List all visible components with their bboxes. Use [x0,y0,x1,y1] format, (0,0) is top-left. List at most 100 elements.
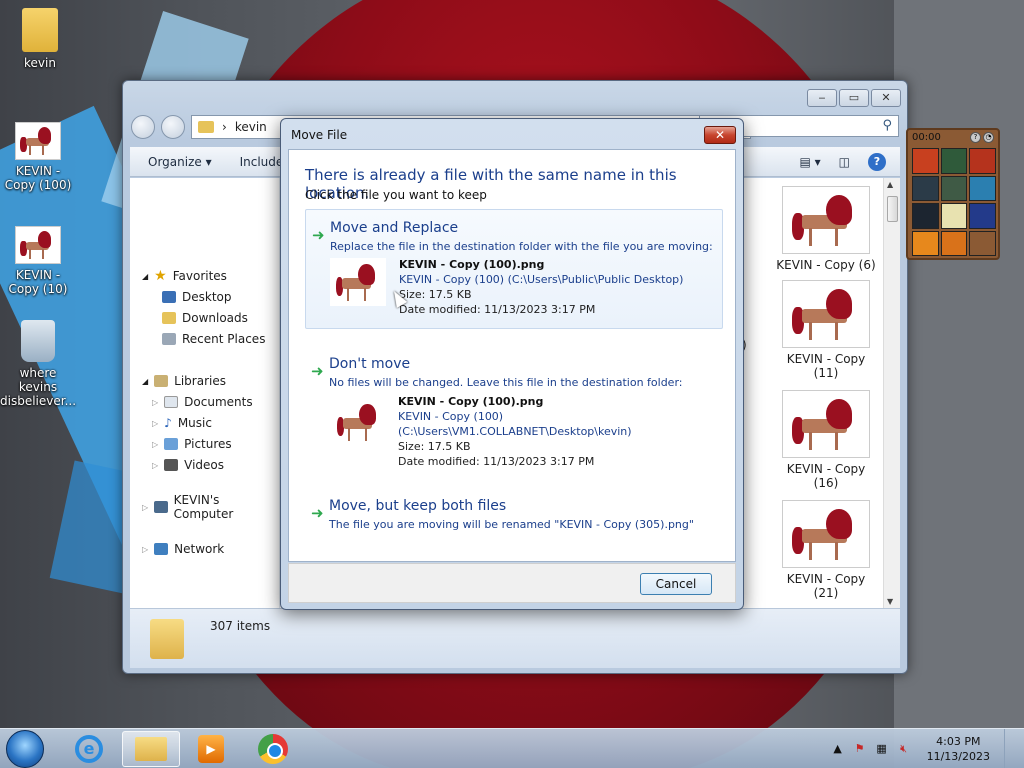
puzzle-tile[interactable] [940,230,968,256]
cancel-button[interactable]: Cancel [640,573,712,595]
file-tile[interactable]: KEVIN - Copy (21) [776,500,876,600]
maximize-button[interactable]: ▭ [839,89,869,107]
dialog-close-button[interactable]: ✕ [704,126,736,144]
image-file-icon [331,398,387,446]
taskbar-media-player[interactable]: ▶ [182,731,240,767]
documents-icon [164,396,179,408]
puzzle-tile[interactable] [969,148,996,174]
help-icon[interactable]: ? [970,132,981,143]
puzzle-tile[interactable] [940,148,968,174]
view-controls: ▤ ▾ ◫ ? [799,152,900,171]
nav-music[interactable]: ▷ ♪ Music [152,413,212,433]
collapse-arrow-icon[interactable]: ◢ [142,377,148,386]
nav-label: Documents [184,395,253,409]
file-tile-label: KEVIN - Copy (16) [786,462,866,490]
computer-icon [154,501,168,513]
puzzle-tile[interactable] [969,203,996,229]
option-description: The file you are moving will be renamed … [329,518,694,531]
show-desktop-button[interactable] [1004,729,1014,768]
expand-arrow-icon[interactable]: ▷ [152,419,158,428]
option-title: Move, but keep both files [329,498,507,514]
clock[interactable]: 4:03 PM 11/13/2023 [927,734,990,764]
keep-both-option[interactable]: ➜ Move, but keep both files The file you… [305,488,723,544]
puzzle-gadget[interactable]: 00:00 ? ◔ [906,128,1000,260]
music-icon: ♪ [164,416,172,430]
desktop-icon-kevin-folder[interactable]: kevin [2,8,78,70]
puzzle-board[interactable] [912,148,996,256]
desktop-icon-recycle-bin[interactable]: where kevins disbeliever... [0,320,76,408]
forward-button[interactable] [161,115,185,139]
expand-arrow-icon[interactable]: ▷ [142,545,148,554]
nav-libraries[interactable]: ◢ Libraries [142,371,226,391]
dont-move-option[interactable]: ➜ Don't move No files will be changed. L… [305,346,723,468]
puzzle-tile[interactable] [969,175,996,201]
change-view-icon[interactable]: ▤ ▾ [799,155,820,169]
taskbar-chrome[interactable] [244,731,302,767]
nav-pictures[interactable]: ▷ Pictures [152,434,232,454]
scrollbar-thumb[interactable] [887,196,898,222]
green-arrow-icon: ➜ [312,226,325,244]
expand-arrow-icon[interactable]: ▷ [142,503,148,512]
expand-arrow-icon[interactable]: ▷ [152,461,158,470]
volume-muted-icon[interactable]: 🔇︎ [897,742,911,756]
show-hidden-icons-icon[interactable]: ▲ [831,742,845,756]
puzzle-tile[interactable] [940,203,968,229]
file-tile[interactable]: KEVIN - Copy (11) [776,280,876,380]
puzzle-tile[interactable] [912,148,939,174]
details-pane: 307 items [130,608,900,668]
organize-menu[interactable]: Organize ▾ [148,155,212,169]
preview-pane-icon[interactable]: ◫ [839,155,850,169]
file-tile[interactable]: KEVIN - Copy (6) [776,186,876,272]
puzzle-tile[interactable] [912,175,939,201]
help-icon[interactable]: ? [868,152,886,171]
file-size: Size: 17.5 KB [398,440,471,453]
desktop-icon-kevin-copy-100[interactable]: KEVIN - Copy (100) [0,122,76,192]
include-in-library-menu[interactable]: Include [240,155,284,169]
address-segment[interactable]: kevin [235,120,267,134]
wallpaper-shape [894,0,1024,768]
taskbar-internet-explorer[interactable]: e [60,731,118,767]
nav-downloads[interactable]: Downloads [162,308,248,328]
scroll-down-icon[interactable]: ▼ [887,597,893,606]
settings-icon[interactable]: ◔ [983,132,994,143]
puzzle-tile[interactable] [940,175,968,201]
puzzle-tile[interactable] [969,230,996,256]
navigation-pane: ◢ ★ Favorites Desktop Downloads Recent P… [130,178,280,608]
nav-documents[interactable]: ▷ Documents [152,392,253,412]
expand-arrow-icon[interactable]: ▷ [152,440,158,449]
desktop-icon-label: KEVIN - Copy (100) [4,164,72,192]
nav-desktop[interactable]: Desktop [162,287,232,307]
taskbar-windows-explorer[interactable] [122,731,180,767]
image-file-icon [782,186,870,254]
nav-videos[interactable]: ▷ Videos [152,455,224,475]
folder-icon [22,8,58,52]
taskbar: e ▶ ▲ ⚑ ▦ 🔇︎ 4:03 PM 11/13/2023 [0,728,1024,768]
move-and-replace-option[interactable]: ➜ Move and Replace Replace the file in t… [305,209,723,329]
vertical-scrollbar[interactable]: ▲ ▼ [883,178,900,608]
search-icon: ⚲ [882,118,892,133]
file-path: KEVIN - Copy (100) [398,410,504,423]
nav-favorites[interactable]: ◢ ★ Favorites [142,266,227,286]
desktop-icon-kevin-copy-10[interactable]: KEVIN - Copy (10) [0,226,76,296]
clock-date: 11/13/2023 [926,750,990,763]
nav-label: Downloads [182,311,248,325]
network-icon[interactable]: ▦ [875,742,889,756]
close-button[interactable]: ✕ [871,89,901,107]
option-title: Move and Replace [330,220,459,236]
nav-recent-places[interactable]: Recent Places [162,329,265,349]
collapse-arrow-icon[interactable]: ◢ [142,272,148,281]
back-button[interactable] [131,115,155,139]
nav-label: Pictures [184,437,232,451]
nav-network[interactable]: ▷ Network [142,539,224,559]
puzzle-tile[interactable] [912,230,939,256]
puzzle-tile[interactable] [912,203,939,229]
minimize-button[interactable]: ‒ [807,89,837,107]
action-center-icon[interactable]: ⚑ [853,742,867,756]
expand-arrow-icon[interactable]: ▷ [152,398,158,407]
nav-label: KEVIN's Computer [173,493,234,521]
start-button[interactable] [6,730,44,768]
nav-computer[interactable]: ▷ KEVIN's Computer [142,493,279,521]
file-tile[interactable]: KEVIN - Copy (16) [776,390,876,490]
scroll-up-icon[interactable]: ▲ [887,180,893,189]
move-file-dialog: Move File ✕ There is already a file with… [280,118,744,610]
